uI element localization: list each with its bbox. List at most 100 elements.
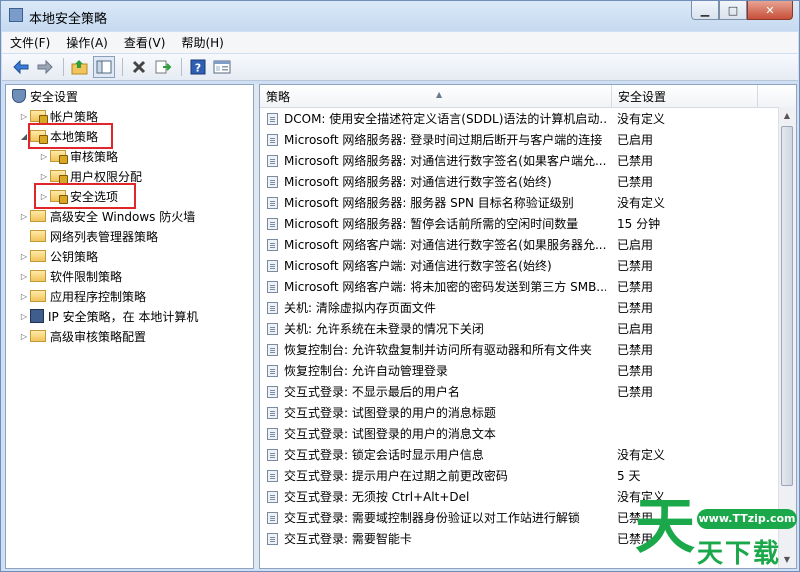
tree-item-public-key[interactable]: ▷ 公钥策略 — [18, 246, 98, 266]
policy-setting: 已禁用 — [617, 301, 654, 315]
minimize-button[interactable]: ▁ — [691, 1, 719, 20]
table-row[interactable]: Microsoft 网络服务器: 对通信进行数字签名(如果客户端允... 已禁用 — [260, 151, 780, 172]
table-row[interactable]: 关机: 清除虚拟内存页面文件 已禁用 — [260, 298, 780, 319]
policy-name: Microsoft 网络服务器: 服务器 SPN 目标名称验证级别 — [284, 196, 574, 210]
table-row[interactable]: 关机: 允许系统在未登录的情况下关闭 已启用 — [260, 319, 780, 340]
table-row[interactable]: DCOM: 使用安全描述符定义语言(SDDL)语法的计算机启动... 没有定义 — [260, 109, 780, 130]
table-row[interactable]: Microsoft 网络服务器: 登录时间过期后断开与客户端的连接 已启用 — [260, 130, 780, 151]
policy-setting: 已禁用 — [617, 154, 654, 168]
scroll-up-icon[interactable]: ▲ — [779, 107, 795, 124]
tree-item-advanced-audit[interactable]: ▷ 高级审核策略配置 — [18, 326, 146, 346]
menu-view[interactable]: 查看(V) — [116, 34, 174, 51]
maximize-button[interactable]: □ — [719, 1, 747, 20]
policy-setting: 没有定义 — [617, 112, 666, 126]
tree-item-label: 高级审核策略配置 — [50, 329, 147, 344]
table-row[interactable]: 交互式登录: 试图登录的用户的消息文本 — [260, 424, 780, 445]
table-row[interactable]: Microsoft 网络服务器: 暂停会话前所需的空闲时间数量 15 分钟 — [260, 214, 780, 235]
table-row[interactable]: 恢复控制台: 允许软盘复制并访问所有驱动器和所有文件夹 已禁用 — [260, 340, 780, 361]
policy-name: 关机: 允许系统在未登录的情况下关闭 — [284, 322, 484, 336]
toolbar: ? — [2, 54, 798, 81]
scroll-thumb[interactable] — [781, 126, 793, 486]
tree-item-software-restriction[interactable]: ▷ 软件限制策略 — [18, 266, 122, 286]
policy-icon — [267, 386, 278, 398]
menu-file[interactable]: 文件(F) — [2, 34, 58, 51]
policy-setting: 已禁用 — [617, 343, 654, 357]
tree-item-app-control[interactable]: ▷ 应用程序控制策略 — [18, 286, 146, 306]
up-folder-icon[interactable] — [69, 56, 91, 78]
table-row[interactable]: Microsoft 网络客户端: 对通信进行数字签名(始终) 已禁用 — [260, 256, 780, 277]
svg-text:?: ? — [195, 62, 201, 75]
title-bar[interactable]: 本地安全策略 ▁ □ ✕ — [1, 1, 799, 31]
policy-name: Microsoft 网络客户端: 将未加密的密码发送到第三方 SMB... — [284, 280, 606, 294]
column-header-setting[interactable]: 安全设置 — [612, 85, 758, 107]
table-row[interactable]: 交互式登录: 试图登录的用户的消息标题 — [260, 403, 780, 424]
table-row[interactable]: Microsoft 网络服务器: 对通信进行数字签名(始终) 已禁用 — [260, 172, 780, 193]
tree-item-label: 高级安全 Windows 防火墙 — [50, 209, 196, 224]
watermark-logo: 天 www.TTzip.com 天下载 — [635, 495, 799, 569]
list-header: ▲ 策略 安全设置 — [260, 85, 796, 108]
folder-icon — [30, 210, 46, 222]
table-row[interactable]: Microsoft 网络服务器: 服务器 SPN 目标名称验证级别 没有定义 — [260, 193, 780, 214]
policy-icon — [267, 512, 278, 524]
table-row[interactable]: 恢复控制台: 允许自动管理登录 已禁用 — [260, 361, 780, 382]
table-row[interactable]: 交互式登录: 提示用户在过期之前更改密码 5 天 — [260, 466, 780, 487]
forward-icon[interactable] — [34, 56, 56, 78]
menu-action[interactable]: 操作(A) — [58, 34, 116, 51]
policy-icon — [267, 113, 278, 125]
expand-arrow-icon[interactable]: ▷ — [18, 272, 30, 281]
tree-item-firewall[interactable]: ▷ 高级安全 Windows 防火墙 — [18, 206, 195, 226]
properties-icon[interactable] — [211, 56, 233, 78]
close-button[interactable]: ✕ — [747, 1, 793, 20]
expand-arrow-icon[interactable]: ▷ — [18, 212, 30, 221]
export-icon[interactable] — [152, 56, 174, 78]
expand-arrow-icon[interactable]: ▷ — [18, 312, 30, 321]
sort-arrow-icon: ▲ — [436, 90, 443, 99]
expand-arrow-icon[interactable]: ▷ — [18, 252, 30, 261]
policy-name: Microsoft 网络服务器: 对通信进行数字签名(如果客户端允... — [284, 154, 606, 168]
policy-setting: 已禁用 — [617, 364, 654, 378]
tree-item-network-list[interactable]: 网络列表管理器策略 — [18, 226, 158, 246]
tree-item-label: 帐户策略 — [50, 109, 99, 124]
delete-icon[interactable] — [128, 56, 150, 78]
policy-name: 交互式登录: 无须按 Ctrl+Alt+Del — [284, 490, 470, 504]
show-hide-tree-icon[interactable] — [93, 56, 115, 78]
navigation-tree[interactable]: 安全设置 ▷ 帐户策略 ◢ 本地策略 ▷ 审核策略 ▷ 用户权限分配 ▷ 安全选… — [5, 84, 254, 569]
tree-item-ip-security[interactable]: ▷ IP 安全策略，在 本地计算机 — [18, 306, 198, 326]
expand-arrow-icon[interactable]: ▷ — [38, 152, 50, 161]
table-row[interactable]: Microsoft 网络客户端: 将未加密的密码发送到第三方 SMB... 已禁用 — [260, 277, 780, 298]
menu-help[interactable]: 帮助(H) — [173, 34, 231, 51]
policy-icon — [267, 491, 278, 503]
policy-icon — [267, 428, 278, 440]
policy-icon — [267, 218, 278, 230]
expand-arrow-icon[interactable]: ▷ — [18, 332, 30, 341]
expand-arrow-icon[interactable]: ▷ — [38, 172, 50, 181]
table-row[interactable]: 交互式登录: 不显示最后的用户名 已禁用 — [260, 382, 780, 403]
expand-arrow-icon[interactable]: ▷ — [18, 292, 30, 301]
policy-name: 交互式登录: 需要域控制器身份验证以对工作站进行解锁 — [284, 511, 580, 525]
policy-name: 交互式登录: 需要智能卡 — [284, 532, 412, 546]
table-row[interactable]: 交互式登录: 锁定会话时显示用户信息 没有定义 — [260, 445, 780, 466]
folder-icon — [30, 290, 46, 302]
table-row[interactable]: Microsoft 网络客户端: 对通信进行数字签名(如果服务器允... 已启用 — [260, 235, 780, 256]
window-title: 本地安全策略 — [29, 12, 108, 27]
window-controls: ▁ □ ✕ — [691, 1, 793, 21]
policy-icon — [267, 176, 278, 188]
tree-item-label: 网络列表管理器策略 — [50, 229, 159, 244]
policy-icon — [267, 365, 278, 377]
help-icon[interactable]: ? — [187, 56, 209, 78]
expand-arrow-icon[interactable]: ▷ — [18, 112, 30, 121]
column-header-policy[interactable]: ▲ 策略 — [260, 85, 612, 107]
tree-item-label: 用户权限分配 — [70, 169, 143, 184]
tree-item-audit-policy[interactable]: ▷ 审核策略 — [38, 146, 118, 166]
policy-icon — [267, 344, 278, 356]
back-icon[interactable] — [10, 56, 32, 78]
policy-setting: 已启用 — [617, 238, 654, 252]
policy-icon — [267, 323, 278, 335]
watermark-text: 天下载 — [697, 539, 782, 569]
policy-icon — [267, 302, 278, 314]
folder-lock-icon — [50, 170, 68, 184]
policy-name: DCOM: 使用安全描述符定义语言(SDDL)语法的计算机启动... — [284, 112, 606, 126]
watermark-badge: www.TTzip.com — [697, 509, 797, 529]
policy-icon — [267, 407, 278, 419]
tree-root[interactable]: 安全设置 — [12, 86, 78, 106]
